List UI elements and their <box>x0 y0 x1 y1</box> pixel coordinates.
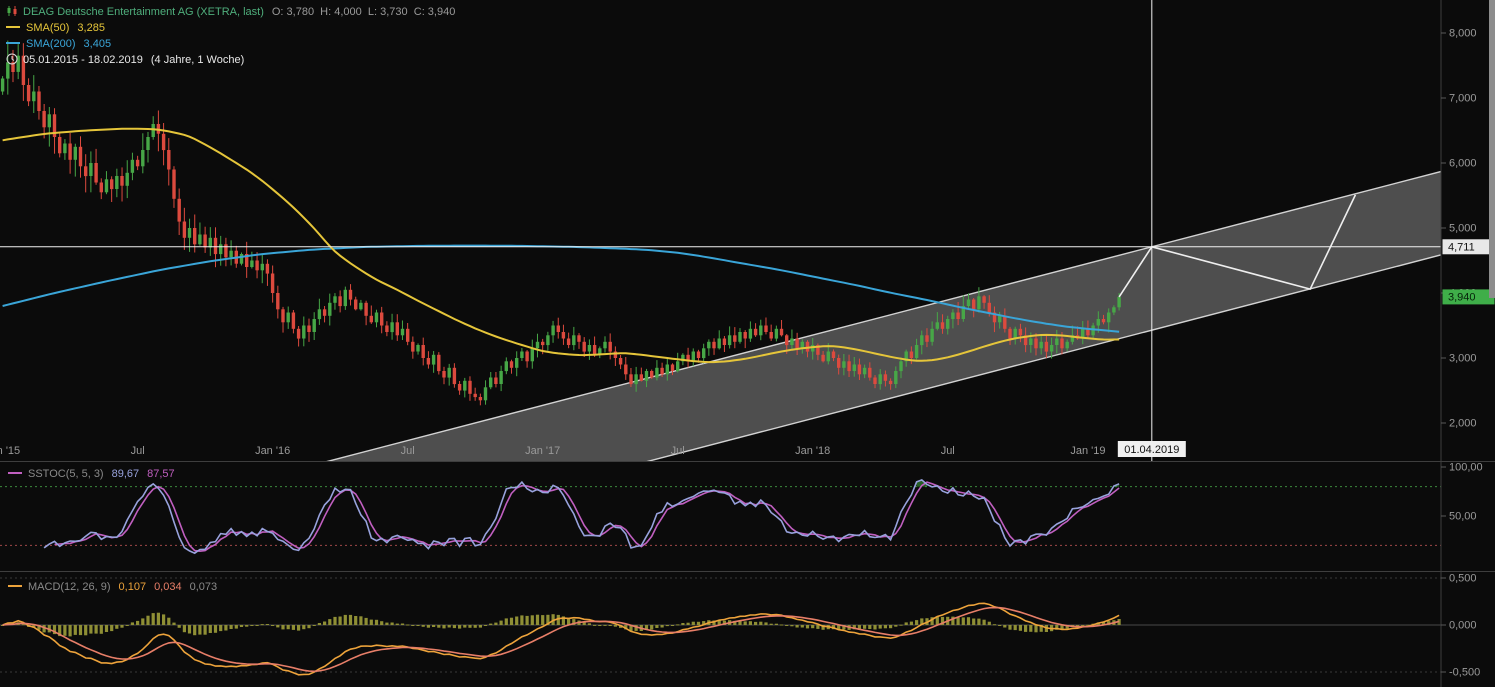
price-chart-canvas[interactable]: Jan '15 Jul Jan '16 Jul Jan '17 Jul Jan '18 Jul… <box>0 0 1495 687</box>
axis-label: Jan '16 <box>255 445 290 457</box>
axis-label: 3,940 <box>1448 291 1476 303</box>
axis-label: 100,00 <box>1449 462 1483 474</box>
axis-label: Jan '19 <box>1070 445 1105 457</box>
axis-label: 50,00 <box>1449 511 1477 523</box>
axis-label: 0,500 <box>1449 573 1477 585</box>
axis-label: Jul <box>401 445 415 457</box>
axis-label: Jul <box>131 445 145 457</box>
axis-label: Jan '17 <box>525 445 560 457</box>
axis-label: 7,000 <box>1449 93 1477 105</box>
axis-label: 4,711 <box>1448 241 1475 253</box>
axis-label: Jan '18 <box>795 445 830 457</box>
axis-label: -0,500 <box>1449 667 1480 679</box>
axis-label: 8,000 <box>1449 28 1477 40</box>
axis-label: 5,000 <box>1449 223 1477 235</box>
axis-label: 6,000 <box>1449 158 1477 170</box>
axis-label: 01.04.2019 <box>1124 444 1179 456</box>
axis-label: Jul <box>671 445 685 457</box>
axis-label: 3,000 <box>1449 353 1477 365</box>
axis-label: Jan '15 <box>0 445 20 457</box>
chart-background <box>0 0 1495 687</box>
axis-label: 2,000 <box>1449 418 1477 430</box>
vertical-scrollbar-thumb[interactable] <box>1489 0 1495 298</box>
axis-label: 0,000 <box>1449 620 1477 632</box>
chart-window: Jan '15 Jul Jan '16 Jul Jan '17 Jul Jan '18 Jul… <box>0 0 1495 687</box>
axis-label: Jul <box>941 445 955 457</box>
